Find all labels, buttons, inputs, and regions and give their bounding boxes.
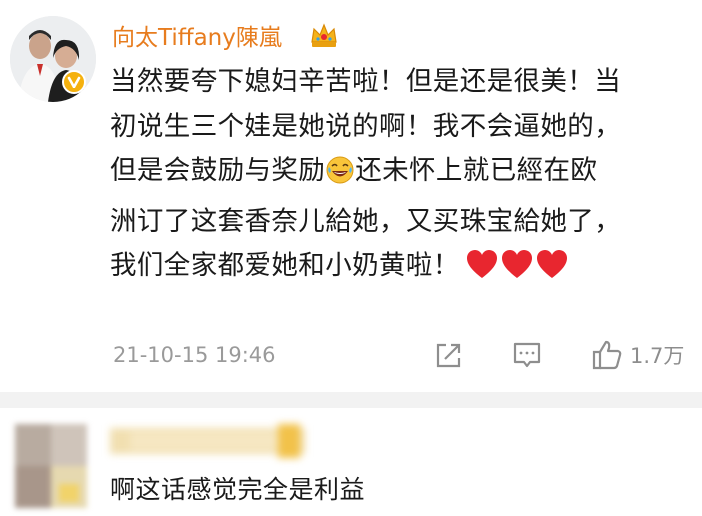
verified-badge-icon — [62, 70, 86, 94]
section-divider — [0, 392, 702, 408]
username-link[interactable]: 向太Tiffany陳嵐 — [112, 22, 282, 54]
post-content: 当然要夸下媳妇辛苦啦！但是还是很美！当 初说生三个娃是她说的啊！我不会逼她的， … — [110, 60, 695, 296]
commenter-name-blurred[interactable] — [110, 424, 305, 458]
weibo-post: 向太Tiffany陳嵐 当然要夸下媳妇辛苦啦！但是还是很美！当 初说生三个娃是她… — [0, 0, 702, 392]
post-timestamp: 21-10-15 19:46 — [113, 343, 276, 367]
content-line: 我们全家都爱她和小奶黄啦！ — [110, 244, 695, 296]
commenter-avatar[interactable] — [15, 424, 87, 508]
like-count: 1.7万 — [630, 344, 685, 368]
content-segment: 我们全家都爱她和小奶黄啦！ — [110, 250, 460, 281]
like-thumb-icon[interactable] — [590, 338, 624, 372]
content-line: 但是会鼓励与奖励 还未怀上就已經在欧 — [110, 149, 695, 200]
crown-icon — [311, 23, 337, 47]
laughing-crying-emoji-icon — [325, 155, 355, 200]
content-line: 洲订了这套香奈儿給她，又买珠宝給她了， — [110, 205, 622, 237]
content-line: 当然要夸下媳妇辛苦啦！但是还是很美！当 — [110, 66, 622, 97]
hearts-emoji-group — [466, 249, 568, 296]
content-segment: 但是会鼓励与奖励 — [110, 155, 326, 186]
content-segment: 还未怀上就已經在欧 — [355, 155, 598, 186]
content-line: 初说生三个娃是她说的啊！我不会逼她的， — [110, 110, 622, 142]
comment-text: 啊这话感觉完全是利益 — [110, 475, 366, 504]
comment-item: 啊这话感觉完全是利益 — [0, 408, 702, 516]
share-icon[interactable] — [432, 338, 466, 372]
comment-icon[interactable] — [510, 338, 544, 372]
